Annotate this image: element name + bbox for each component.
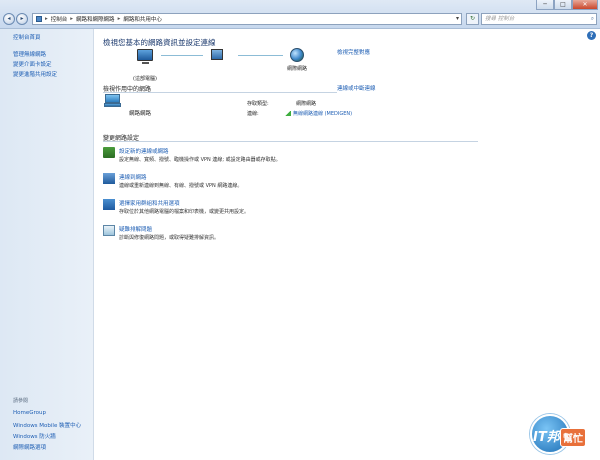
search-input[interactable]: 搜尋 控制台 ⌕: [481, 13, 597, 25]
see-also-homegroup[interactable]: HomeGroup: [13, 410, 46, 416]
nav-buttons: ◂ ▸: [3, 13, 28, 25]
sidebar-item-manage-wireless[interactable]: 管理無線網路: [13, 50, 46, 58]
setup-connection-icon: [103, 147, 115, 158]
troubleshoot-icon: [103, 225, 115, 236]
divider: [103, 141, 478, 142]
connect-network-link[interactable]: 連線到網路: [119, 173, 147, 181]
maximize-button[interactable]: □: [554, 0, 572, 10]
homegroup-sharing-link[interactable]: 選擇家用群組和共用選項: [119, 199, 180, 207]
breadcrumb-network-sharing-center[interactable]: 網路和共用中心: [123, 15, 162, 23]
back-icon[interactable]: ◂: [3, 13, 15, 25]
breadcrumb-separator-icon: ▸: [117, 16, 121, 22]
network-folder-icon: [36, 16, 42, 22]
help-icon[interactable]: ?: [587, 31, 596, 40]
connect-network-icon: [103, 173, 115, 184]
address-dropdown-icon[interactable]: ▾: [456, 15, 459, 22]
network-bench-icon: [104, 94, 121, 109]
homegroup-sharing-desc: 存取位於其他網路電腦的檔案和印表機，或變更共用設定。: [119, 209, 250, 215]
search-icon: ⌕: [590, 16, 594, 22]
wireless-signal-icon: [285, 111, 291, 116]
sidebar-item-control-panel-home[interactable]: 控制台首頁: [13, 33, 41, 41]
window-controls: ─ □ ✕: [536, 0, 598, 10]
map-connector: [238, 55, 283, 56]
breadcrumb-network-internet[interactable]: 網路和網際網路: [76, 15, 115, 23]
troubleshoot-link[interactable]: 疑難排解問題: [119, 225, 152, 233]
see-also-firewall[interactable]: Windows 防火牆: [13, 432, 56, 440]
connections-label: 連線:: [247, 111, 259, 117]
breadcrumb-control-panel[interactable]: 控制台: [51, 15, 68, 23]
troubleshoot-desc: 診斷與修復網路問題，或取得疑難排解資訊。: [119, 235, 220, 241]
minimize-button[interactable]: ─: [536, 0, 554, 10]
divider: [243, 92, 337, 93]
close-button[interactable]: ✕: [572, 0, 598, 10]
page-title: 檢視您基本的網路資訊並設定連線: [103, 38, 216, 47]
see-also-internet-options[interactable]: 網際網路選項: [13, 443, 46, 451]
connect-disconnect-link[interactable]: 連線或中斷連線: [337, 84, 376, 92]
map-connector: [161, 55, 203, 56]
internet-globe-icon[interactable]: [290, 48, 304, 62]
setup-connection-link[interactable]: 設定新的連線或網路: [119, 147, 169, 155]
view-full-map-link[interactable]: 檢視完整對應: [337, 48, 370, 56]
wireless-connection-link[interactable]: 無線網路連線 (MEDIGEN): [285, 110, 352, 117]
internet-label: 網際網路: [286, 66, 307, 72]
sidebar: 控制台首頁 管理無線網路 變更介面卡設定 變更進階共用設定 請參閱 HomeGr…: [0, 29, 94, 460]
main-content: ? 檢視您基本的網路資訊並設定連線 檢視完整對應 (這部電腦) 網際網路 檢視作…: [95, 29, 600, 460]
sidebar-item-advanced-sharing[interactable]: 變更進階共用設定: [13, 70, 57, 78]
homegroup-icon: [103, 199, 115, 210]
network-name: 網路網路: [129, 111, 152, 117]
connect-network-desc: 連線或重新連線到無線、有線、撥號或 VPN 網路連線。: [119, 183, 243, 189]
access-type-value: 網際網路: [296, 101, 317, 107]
title-bar: ─ □ ✕ ◂ ▸ ▸ 控制台 ▸ 網路和網際網路 ▸ 網路和共用中心 ▾ ↻ …: [0, 0, 600, 29]
refresh-icon[interactable]: ↻: [466, 13, 479, 25]
setup-connection-desc: 設定無線、寬頻、撥號、臨機操作或 VPN 連線; 或設定路由器或存取點。: [119, 157, 281, 163]
breadcrumb-separator-icon: ▸: [45, 16, 48, 22]
see-also-header: 請參閱: [13, 398, 29, 404]
sidebar-item-adapter-settings[interactable]: 變更介面卡設定: [13, 60, 52, 68]
see-also-mobile-center[interactable]: Windows Mobile 裝置中心: [13, 421, 81, 429]
forward-icon[interactable]: ▸: [16, 13, 28, 25]
address-bar[interactable]: ▸ 控制台 ▸ 網路和網際網路 ▸ 網路和共用中心 ▾: [32, 13, 462, 25]
access-type-label: 存取類型:: [247, 101, 269, 107]
computer-label: (這部電腦): [133, 76, 157, 82]
ithome-watermark-logo: IT邦 幫忙: [530, 410, 594, 454]
network-icon: [211, 49, 223, 60]
breadcrumb-separator-icon: ▸: [70, 16, 74, 22]
computer-icon: [137, 49, 153, 64]
